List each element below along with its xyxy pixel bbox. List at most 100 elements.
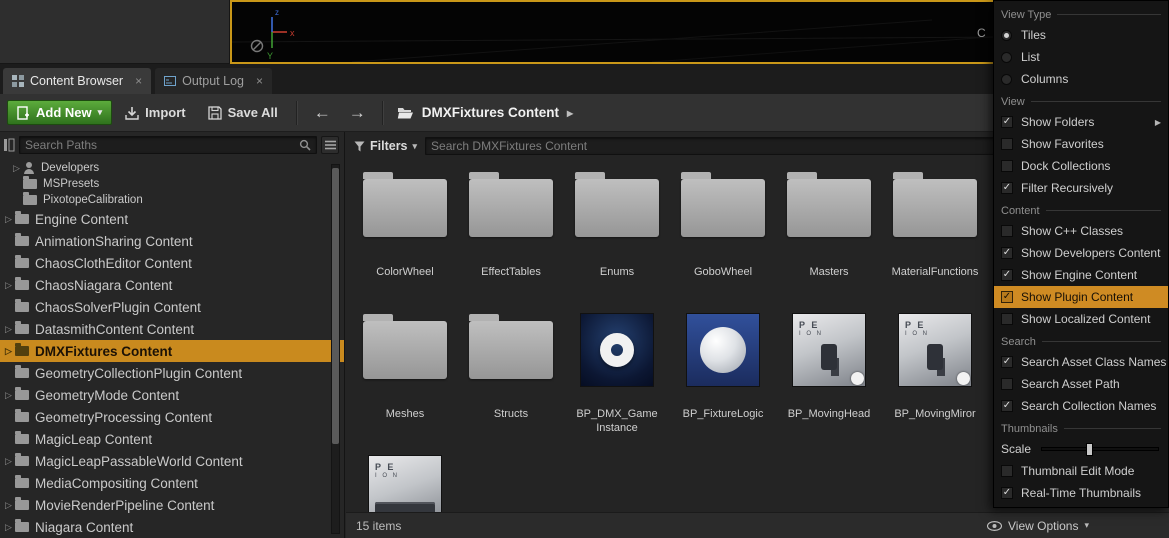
menu-item-tiles[interactable]: Tiles [994,24,1168,46]
menu-item-search-collection-names[interactable]: ✓Search Collection Names [994,395,1168,417]
tree-item-geometrycollectionplugin-content[interactable]: GeometryCollectionPlugin Content [0,362,344,384]
menu-item-show-localized-content[interactable]: Show Localized Content [994,308,1168,330]
asset-tile-materialfunctions[interactable]: MaterialFunctions [882,160,988,302]
tree-scrollbar[interactable] [331,164,340,534]
asset-tile-bp-movingmiror[interactable]: P EI O NBP_MovingMiror [882,302,988,444]
tab-content-browser[interactable]: Content Browser × [3,68,151,94]
tree-item-developers[interactable]: ▷Developers [0,160,344,176]
tree-item-label: MovieRenderPipeline Content [35,498,214,513]
checkbox-icon [1001,225,1013,237]
menu-item-scale[interactable]: Scale [994,438,1168,460]
checkbox-icon: ✓ [1001,487,1013,499]
tree-item-mspresets[interactable]: MSPresets [0,176,344,192]
search-paths-input[interactable] [25,138,295,152]
asset-tile-meshes[interactable]: Meshes [352,302,458,444]
asset-thumbnail [891,164,979,252]
view-options-button[interactable]: View Options ▾ [987,519,1089,533]
asset-badge [851,372,864,385]
menu-item-list[interactable]: List [994,46,1168,68]
submenu-arrow-icon: ▶ [1155,118,1161,127]
menu-item-filter-recursively[interactable]: ✓Filter Recursively [994,177,1168,199]
filters-button[interactable]: Filters ▾ [354,139,417,153]
breadcrumb[interactable]: DMXFixtures Content ▸ [397,105,573,120]
menu-item-search-asset-class-names[interactable]: ✓Search Asset Class Names [994,351,1168,373]
asset-tile-colorwheel[interactable]: ColorWheel [352,160,458,302]
tree-item-dmxfixtures-content[interactable]: ▷DMXFixtures Content [0,340,344,362]
tree-item-magicleap-content[interactable]: MagicLeap Content [0,428,344,450]
expander-arrow-icon[interactable]: ▷ [2,390,15,401]
breadcrumb-caret-icon[interactable]: ▸ [567,106,573,120]
menu-item-search-asset-path[interactable]: Search Asset Path [994,373,1168,395]
menu-item-show-developers-content[interactable]: ✓Show Developers Content [994,242,1168,264]
scale-slider[interactable] [1041,447,1159,451]
tree-item-geometryprocessing-content[interactable]: GeometryProcessing Content [0,406,344,428]
asset-tile-gobowheel[interactable]: GoboWheel [670,160,776,302]
asset-thumbnail: P EI O N [785,306,873,394]
expander-arrow-icon[interactable]: ▷ [2,456,15,467]
tree-item-chaosclotheditor-content[interactable]: ChaosClothEditor Content [0,252,344,274]
tree-item-chaossolverplugin-content[interactable]: ChaosSolverPlugin Content [0,296,344,318]
menu-section-title-thumbnails: Thumbnails [994,419,1168,438]
expander-arrow-icon[interactable]: ▷ [2,500,15,511]
folder-icon [15,346,29,356]
sources-list-view-button[interactable] [321,136,339,154]
tree-item-animationsharing-content[interactable]: AnimationSharing Content [0,230,344,252]
scrollbar-thumb[interactable] [332,168,339,444]
menu-item-columns[interactable]: Columns [994,68,1168,90]
expander-arrow-icon[interactable]: ▷ [10,163,23,174]
expander-arrow-icon[interactable]: ▷ [2,214,15,225]
menu-item-dock-collections[interactable]: Dock Collections [994,155,1168,177]
slider-handle-icon[interactable] [1086,443,1093,456]
menu-item-thumbnail-edit-mode[interactable]: Thumbnail Edit Mode [994,460,1168,482]
save-all-button[interactable]: Save All [199,101,287,124]
expander-arrow-icon[interactable]: ▷ [2,324,15,335]
close-icon[interactable]: × [135,74,142,88]
forward-button[interactable]: → [342,103,373,123]
import-button[interactable]: Import [116,101,194,124]
menu-item-show-folders[interactable]: ✓Show Folders▶ [994,111,1168,133]
tree-item-datasmithcontent-content[interactable]: ▷DatasmithContent Content [0,318,344,340]
folder-icon [15,214,29,224]
asset-tile-effecttables[interactable]: EffectTables [458,160,564,302]
back-button[interactable]: ← [307,103,338,123]
menu-item-show-plugin-content[interactable]: ✓Show Plugin Content [994,286,1168,308]
tree-item-pixotopecalibration[interactable]: PixotopeCalibration [0,192,344,208]
asset-thumbnail [573,306,661,394]
asset-tile-structs[interactable]: Structs [458,302,564,444]
blueprint-thumbnail [581,314,653,386]
close-icon[interactable]: × [256,74,263,88]
asset-name: BP_MovingHead [788,408,871,422]
tree-item-movierenderpipeline-content[interactable]: ▷ MovieRenderPipeline Content [0,494,344,516]
tab-output-log[interactable]: Output Log × [155,68,272,94]
asset-name: GoboWheel [694,266,752,280]
menu-item-show-favorites[interactable]: Show Favorites [994,133,1168,155]
menu-item-show-engine-content[interactable]: ✓Show Engine Content [994,264,1168,286]
expander-arrow-icon[interactable]: ▷ [2,522,15,533]
expander-arrow-icon[interactable]: ▷ [2,280,15,291]
menu-section-label: Content [1001,205,1040,217]
menu-item-label: Show Developers Content [1021,246,1160,260]
asset-tile-bp-fixturelogic[interactable]: BP_FixtureLogic [670,302,776,444]
menu-item-real-time-thumbnails[interactable]: ✓Real-Time Thumbnails [994,482,1168,504]
watermark-line: I O N [799,331,823,338]
tree-item-chaosniagara-content[interactable]: ▷ChaosNiagara Content [0,274,344,296]
watermark-line: P E [375,462,399,473]
tree-item-magicleappassableworld-content[interactable]: ▷MagicLeapPassableWorld Content [0,450,344,472]
tree-item-niagara-content[interactable]: ▷Niagara Content [0,516,344,538]
tree-item-engine-content[interactable]: ▷Engine Content [0,208,344,230]
add-new-button[interactable]: Add New ▾ [7,100,112,125]
asset-thumbnail [361,306,449,394]
asset-tile-bp-dmx-game-instance[interactable]: BP_DMX_Game Instance [564,302,670,444]
asset-tile-enums[interactable]: Enums [564,160,670,302]
sources-toggle-icon[interactable] [3,138,15,152]
menu-item-show-c-classes[interactable]: Show C++ Classes [994,220,1168,242]
tree-item-mediacompositing-content[interactable]: MediaCompositing Content [0,472,344,494]
tree-item-geometrymode-content[interactable]: ▷GeometryMode Content [0,384,344,406]
chevron-down-icon: ▾ [413,141,418,152]
asset-tile-bp-movinghead[interactable]: P EI O N BP_MovingHead [776,302,882,444]
menu-section-label: View Type [1001,9,1051,21]
asset-thumbnail [679,306,767,394]
asset-tile-masters[interactable]: Masters [776,160,882,302]
expander-arrow-icon[interactable]: ▷ [2,346,15,357]
asset-name: Enums [600,266,634,280]
